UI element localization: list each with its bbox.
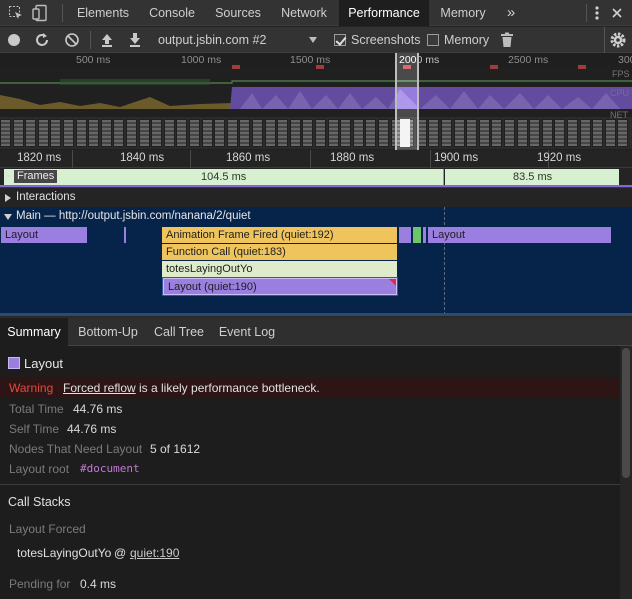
download-icon[interactable] <box>128 32 142 48</box>
flame-layout-small-1[interactable] <box>399 227 411 243</box>
tab-sources[interactable]: Sources <box>206 0 270 26</box>
clear-icon[interactable] <box>64 32 80 48</box>
stack-at-sign: @ <box>114 546 127 560</box>
tab-memory[interactable]: Memory <box>430 0 496 26</box>
dropdown-icon <box>309 37 317 43</box>
warning-label: Warning <box>9 381 54 395</box>
close-icon[interactable] <box>611 7 623 19</box>
layout-root-node[interactable]: #document <box>80 462 140 475</box>
flame-animation-frame[interactable]: Animation Frame Fired (quiet:192) <box>162 227 397 243</box>
interactions-track[interactable]: Interactions <box>0 187 632 207</box>
device-toggle-icon[interactable] <box>32 4 50 22</box>
call-stacks-heading: Call Stacks <box>8 495 71 509</box>
ruler-tick-1820: 1820 ms <box>17 152 62 164</box>
flame-totes-laying-out[interactable]: totesLayingOutYo <box>162 261 397 277</box>
tab-network[interactable]: Network <box>270 0 338 26</box>
tab-performance[interactable]: Performance <box>339 0 429 26</box>
main-thread-label: Main — http://output.jsbin.com/nanana/2/… <box>16 210 251 222</box>
screenshots-checkbox[interactable] <box>334 34 346 46</box>
memory-label: Memory <box>444 33 490 47</box>
summary-scrollbar-thumb[interactable] <box>622 348 630 478</box>
layout-color-swatch <box>8 357 20 369</box>
pending-for-label: Pending for <box>9 577 71 591</box>
profile-select-value: output.jsbin.com #2 <box>158 33 267 47</box>
upload-icon[interactable] <box>100 32 114 48</box>
settings-gear-icon[interactable] <box>609 31 627 49</box>
summary-title: Layout <box>24 356 64 371</box>
frame-duration-1: 104.5 ms <box>201 171 247 183</box>
timeline-ruler: 1820 ms 1840 ms 1860 ms 1880 ms 1900 ms … <box>0 150 632 168</box>
summary-scrollbar[interactable] <box>620 346 632 599</box>
summary-pane: Layout Warning Forced reflow is a likely… <box>0 346 620 599</box>
profile-select[interactable]: output.jsbin.com #2 <box>152 27 324 53</box>
nodes-need-layout-label: Nodes That Need Layout <box>9 442 143 456</box>
reload-icon[interactable] <box>34 32 50 48</box>
ruler-tick-1840: 1840 ms <box>120 152 165 164</box>
flame-layout-small-2[interactable] <box>423 227 426 243</box>
ruler-tick-1860: 1860 ms <box>226 152 271 164</box>
stack-source-link[interactable]: quiet:190 <box>130 546 179 560</box>
self-time-value: 44.76 ms <box>67 422 117 436</box>
overview-selection-window[interactable] <box>395 53 419 150</box>
tab-call-tree[interactable]: Call Tree <box>148 318 210 346</box>
forced-reflow-warning-marker <box>389 279 396 286</box>
self-time-label: Self Time <box>9 422 60 436</box>
flame-paint-small[interactable] <box>413 227 421 243</box>
screenshots-label: Screenshots <box>351 33 421 47</box>
main-collapse-icon[interactable] <box>4 214 12 220</box>
total-time-label: Total Time <box>9 402 64 416</box>
pending-for-value: 0.4 ms <box>80 577 117 591</box>
frames-track[interactable]: Frames 104.5 ms 83.5 ms <box>0 168 632 187</box>
ruler-tick-1880: 1880 ms <box>330 152 375 164</box>
flame-layout-right[interactable]: Layout <box>428 227 611 243</box>
layout-root-label: Layout root <box>9 462 70 476</box>
tab-elements[interactable]: Elements <box>68 0 138 26</box>
flame-layout-selected[interactable]: Layout (quiet:190) <box>162 277 398 296</box>
interactions-label: Interactions <box>16 191 76 203</box>
total-time-value: 44.76 ms <box>73 402 123 416</box>
interactions-expand-icon[interactable] <box>5 194 11 202</box>
warning-text: is a likely performance bottleneck. <box>139 381 320 395</box>
ruler-tick-1900: 1900 ms <box>434 152 479 164</box>
flame-function-call[interactable]: Function Call (quiet:183) <box>162 244 397 260</box>
details-tab-bar: Summary Bottom-Up Call Tree Event Log <box>0 318 632 346</box>
forced-reflow-link[interactable]: Forced reflow <box>63 381 136 395</box>
frames-expand-icon[interactable] <box>5 172 11 180</box>
tab-bottom-up[interactable]: Bottom-Up <box>70 318 146 346</box>
timeline-overview[interactable]: 500 ms 1000 ms 1500 ms 2000 ms 2500 ms 3… <box>0 53 632 150</box>
menu-dots-icon[interactable] <box>592 5 602 21</box>
performance-toolbar: output.jsbin.com #2 Screenshots Memory <box>0 27 632 53</box>
trash-icon[interactable] <box>500 32 514 48</box>
tab-summary[interactable]: Summary <box>0 318 68 346</box>
record-icon[interactable] <box>8 34 20 46</box>
flame-layout-sliver[interactable] <box>124 227 126 243</box>
frames-label: Frames <box>14 170 58 183</box>
ruler-tick-1920: 1920 ms <box>537 152 582 164</box>
stack-function-name: totesLayingOutYo <box>17 546 112 560</box>
tab-event-log[interactable]: Event Log <box>212 318 282 346</box>
frame-duration-2: 83.5 ms <box>513 171 553 183</box>
devtools-tab-bar: Elements Console Sources Network Perform… <box>0 0 632 26</box>
warning-row: Warning Forced reflow is a likely perfor… <box>0 378 620 398</box>
memory-checkbox[interactable] <box>427 34 439 46</box>
more-tabs-icon[interactable]: » <box>500 0 522 26</box>
devtools-inspect-icon[interactable] <box>8 5 24 21</box>
nodes-need-layout-value: 5 of 1612 <box>150 442 201 456</box>
main-thread-track[interactable]: Main — http://output.jsbin.com/nanana/2/… <box>0 207 632 315</box>
tab-console[interactable]: Console <box>138 0 206 26</box>
flame-layout-left[interactable]: Layout <box>1 227 87 243</box>
layout-forced-label: Layout Forced <box>9 522 86 536</box>
